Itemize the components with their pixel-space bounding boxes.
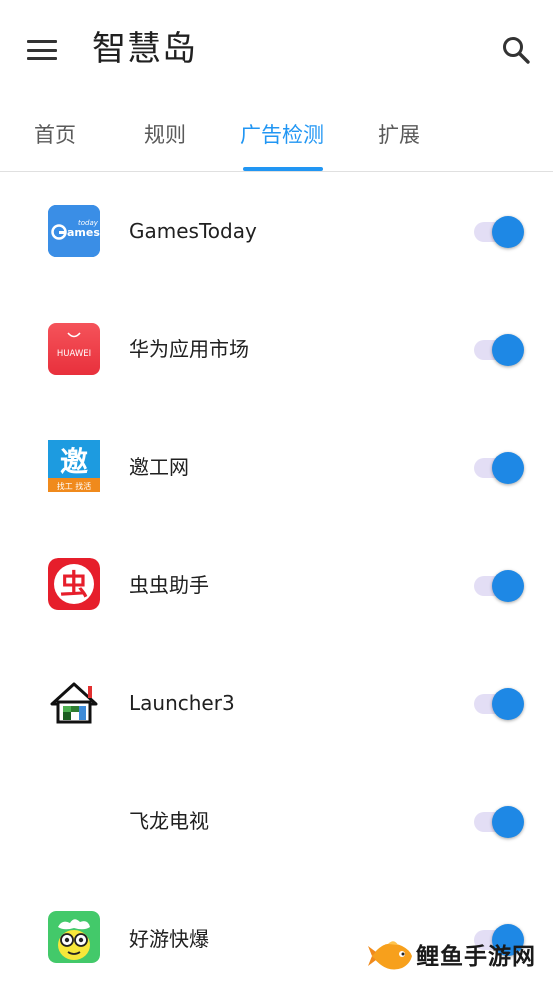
toggle-thumb [492,334,524,366]
svg-text:邀: 邀 [60,445,89,478]
active-tab-indicator [243,167,323,171]
fish-logo-icon [368,941,412,970]
toggle-thumb [492,688,524,720]
watermark: 鲤鱼手游网 [368,936,548,980]
ad-detection-toggle[interactable] [472,450,526,484]
app-name: Launcher3 [129,691,235,715]
ad-detection-toggle[interactable] [472,804,526,838]
list-item[interactable]: 邀 找工 找活 邀工网 [0,408,553,526]
list-item[interactable]: 虫 虫虫助手 [0,526,553,644]
app-name: 好游快爆 [129,927,209,951]
menu-icon [27,40,57,60]
chongchong-app-icon: 虫 [48,558,100,610]
search-icon [503,37,530,64]
ad-detection-toggle[interactable] [472,214,526,248]
toggle-thumb [492,452,524,484]
gamestoday-app-icon: today ames [48,205,100,257]
page-title: 智慧岛 [92,29,197,69]
app-name: GamesToday [129,219,257,243]
haoyoukuaibao-app-icon [48,911,100,963]
launcher-house-icon [48,676,100,728]
ad-detection-toggle[interactable] [472,568,526,602]
ad-detection-toggle[interactable] [472,332,526,366]
svg-text:虫: 虫 [60,568,88,601]
tab-extensions[interactable]: 扩展 [368,100,430,172]
list-item[interactable]: today ames GamesToday [0,172,553,290]
svg-text:找工 找活: 找工 找活 [57,481,92,491]
huawei-appgallery-icon: HUAWEI [48,323,100,375]
app-name: 华为应用市场 [129,337,249,361]
tab-rules[interactable]: 规则 [134,100,196,172]
watermark-text: 鲤鱼手游网 [416,944,536,970]
tab-ad-detection[interactable]: 广告检测 [234,100,330,172]
tab-home[interactable]: 首页 [24,100,86,172]
ad-detection-toggle[interactable] [472,686,526,720]
toggle-thumb [492,570,524,602]
list-item[interactable]: 飞龙电视 [0,762,553,880]
app-name: 虫虫助手 [129,573,209,597]
svg-text:ames: ames [67,226,100,239]
search-button[interactable] [496,30,536,70]
app-bar: 智慧岛 [0,0,553,100]
svg-text:HUAWEI: HUAWEI [57,349,91,359]
app-name: 邀工网 [129,455,189,479]
yaogongwang-app-icon: 邀 找工 找活 [48,440,100,492]
tab-bar: 首页 规则 广告检测 扩展 [0,100,553,172]
menu-button[interactable] [20,30,64,70]
toggle-thumb [492,806,524,838]
list-item[interactable]: Launcher3 [0,644,553,762]
toggle-thumb [492,216,524,248]
app-name: 飞龙电视 [129,809,209,833]
app-screen: 智慧岛 首页 规则 广告检测 扩展 today ames GamesToday … [0,0,553,983]
list-item[interactable]: HUAWEI 华为应用市场 [0,290,553,408]
